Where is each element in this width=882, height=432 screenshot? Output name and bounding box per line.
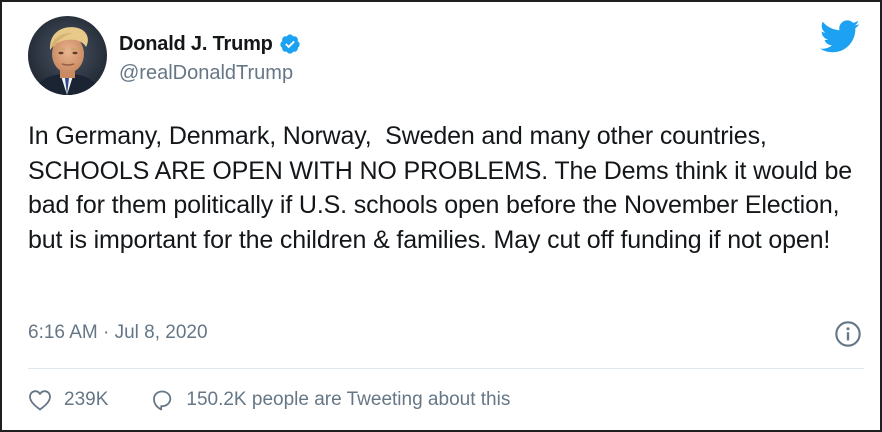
twitter-bird-icon[interactable] [820,20,860,54]
verified-badge-icon [280,34,300,54]
like-button[interactable]: 239K [28,389,108,411]
author-handle[interactable]: @realDonaldTrump [119,62,293,85]
tweet-timestamp[interactable]: 6:16 AM · Jul 8, 2020 [28,322,208,344]
speech-bubble-icon [153,390,172,411]
heart-icon [29,390,51,411]
tweet-card: Donald J. Trump @realDonaldTrump In Germ… [0,0,882,432]
info-icon[interactable] [834,320,862,348]
conversation-label: 150.2K people are Tweeting about this [186,389,511,410]
like-count: 239K [64,389,109,410]
author-name[interactable]: Donald J. Trump [119,33,273,56]
avatar[interactable] [28,16,107,95]
tweet-actions: 239K 150.2K people are Tweeting about th… [28,386,510,414]
author-name-row: Donald J. Trump [119,29,301,59]
tweet-text: In Germany, Denmark, Norway, Sweden and … [28,122,859,254]
divider [28,368,864,369]
avatar-image [28,16,107,95]
conversation-button[interactable]: 150.2K people are Tweeting about this [150,388,510,412]
